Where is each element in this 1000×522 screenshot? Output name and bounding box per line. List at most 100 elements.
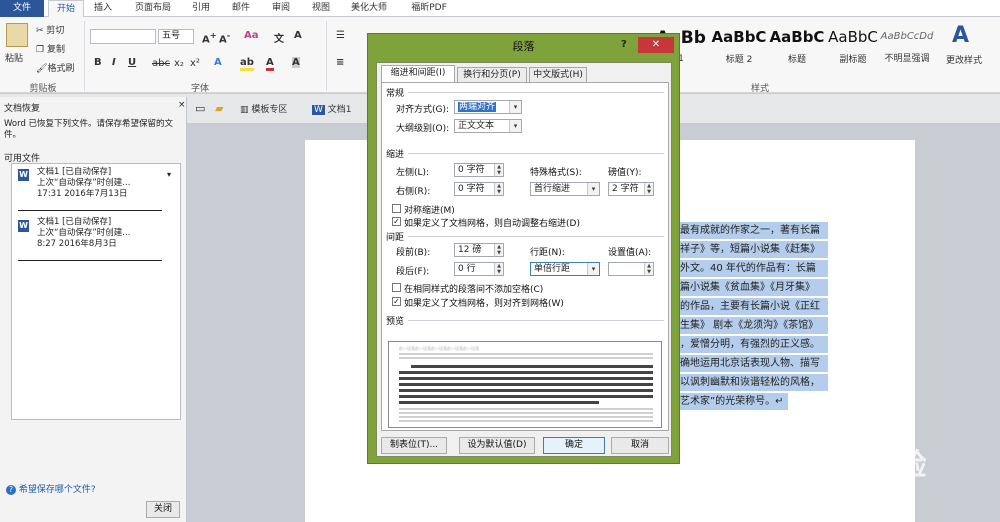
chevron-down-icon[interactable]: ▾ <box>167 170 171 179</box>
preview-line <box>399 412 653 414</box>
recovered-file-1[interactable]: 文档1 [已自动保存] 上次“自动保存”时创建... 17:31 2016年7月… <box>37 167 187 200</box>
bullets-icon[interactable]: ☰ <box>336 30 345 41</box>
font-color-icon[interactable]: A <box>266 57 274 71</box>
spacing-at-input[interactable]: ▲ ▼ <box>608 262 654 276</box>
cancel-button[interactable]: 取消 <box>611 437 669 454</box>
general-section-label: 常规 <box>386 89 405 99</box>
document-line: 艺术家”的光荣称号。↵ <box>678 393 788 410</box>
tab-asian-typography[interactable]: 中文版式(H) <box>529 67 587 82</box>
highlight-icon[interactable]: ab <box>240 57 254 71</box>
template-tab[interactable]: ▥ 模板专区 <box>240 102 287 115</box>
copy-button[interactable]: ❐ 复制 <box>36 42 65 55</box>
ok-button[interactable]: 确定 <box>543 437 605 454</box>
strikethrough-icon[interactable]: abc <box>152 58 170 69</box>
document-line: 祥子》等，短篇小说集《赶集》 <box>678 241 828 258</box>
clear-format-icon[interactable]: Aa <box>244 30 259 41</box>
spacing-after-input[interactable]: 0 行 ▲ ▼ <box>454 262 504 276</box>
help-link[interactable]: ? 希望保存哪个文件? <box>6 482 96 495</box>
indent-left-input[interactable]: 0 字符 ▲ ▼ <box>454 163 504 177</box>
change-styles-button[interactable]: 更改样式 <box>946 53 982 66</box>
help-icon[interactable]: ? <box>621 39 627 50</box>
tab-review[interactable]: 审阅 <box>266 0 296 17</box>
tab-view[interactable]: 视图 <box>306 0 336 17</box>
line-spacing-select[interactable]: 单倍行距 ▾ <box>530 262 600 276</box>
special-indent-select[interactable]: 首行缩进 ▾ <box>530 182 600 196</box>
indent-by-input[interactable]: 2 字符 ▲ ▼ <box>608 182 654 196</box>
tab-beautify[interactable]: 美化大师 <box>344 0 394 17</box>
recovered-file-2[interactable]: 文档1 [已自动保存] 上次“自动保存”时创建... 8:27 2016年8月3… <box>37 217 187 250</box>
change-styles-icon[interactable]: A <box>952 23 969 48</box>
set-default-button[interactable]: 设为默认值(D) <box>459 437 535 454</box>
tab-home[interactable]: 开始 <box>48 0 84 18</box>
auto-adjust-checkbox[interactable]: ✓ <box>392 217 401 226</box>
spinner-icon[interactable]: ▲ ▼ <box>494 263 503 275</box>
italic-icon[interactable]: I <box>112 57 116 68</box>
styles-group-label: 样式 <box>750 84 769 94</box>
spinner-icon[interactable]: ▲ ▼ <box>494 183 503 195</box>
mirror-indent-checkbox[interactable] <box>392 204 401 213</box>
tab-file[interactable]: 文件 <box>0 0 44 17</box>
font-name-combo[interactable] <box>90 29 156 44</box>
tab-mailings[interactable]: 邮件 <box>226 0 256 17</box>
align-left-icon[interactable]: ≡ <box>336 57 344 68</box>
document-line: 以讽刺幽默和诙谐轻松的风格， <box>678 374 828 391</box>
spacing-before-input[interactable]: 12 磅 ▲ ▼ <box>454 243 504 257</box>
close-pane-icon[interactable]: × <box>178 100 186 110</box>
folder-icon[interactable]: ▰ <box>215 102 223 115</box>
special-indent-label: 特殊格式(S): <box>530 168 582 178</box>
new-page-icon[interactable]: ▭ <box>195 102 205 115</box>
word-doc-icon: W <box>18 169 29 181</box>
baidu-watermark-url: jingyan.baidu.com <box>770 498 881 512</box>
spinner-icon[interactable]: ▲ ▼ <box>644 183 653 195</box>
superscript-icon[interactable]: x² <box>190 58 200 69</box>
divider <box>18 210 162 211</box>
tab-stops-button[interactable]: 制表位(T)... <box>381 437 447 454</box>
shrink-font-icon[interactable]: A- <box>219 30 230 45</box>
char-border-icon[interactable]: A <box>294 30 302 41</box>
brush-icon: 🖌 <box>36 64 48 74</box>
style-subtle-emphasis[interactable]: AaBbCcDd 不明显强调 <box>876 22 938 77</box>
alignment-select[interactable]: 两端对齐 ▾ <box>454 100 522 114</box>
group-separator <box>84 21 85 91</box>
recovery-file-list: W 文档1 [已自动保存] 上次“自动保存”时创建... 17:31 2016年… <box>11 163 181 420</box>
style-title[interactable]: AaBbC 标题 <box>766 22 828 77</box>
spinner-icon[interactable]: ▲ ▼ <box>494 244 503 256</box>
outline-level-select[interactable]: 正文文本 ▾ <box>454 119 522 133</box>
indent-right-input[interactable]: 0 字符 ▲ ▼ <box>454 182 504 196</box>
underline-icon[interactable]: U <box>128 57 136 68</box>
spinner-icon[interactable]: ▲ ▼ <box>644 263 653 275</box>
format-painter-button[interactable]: 🖌格式刷 <box>36 61 74 74</box>
style-heading2[interactable]: AaBbC 标题 2 <box>708 22 770 77</box>
paste-button[interactable]: 粘贴 <box>5 51 23 64</box>
font-size-combo[interactable]: 五号 <box>158 29 194 44</box>
style-preview: AaBbC <box>828 28 878 46</box>
file-time: 17:31 2016年7月13日 <box>37 189 128 199</box>
cut-button[interactable]: ✂ 剪切 <box>36 23 64 36</box>
snap-grid-label: 如果定义了文档网格，则对齐到网格(W) <box>404 299 564 309</box>
tab-line-page-breaks[interactable]: 换行和分页(P) <box>457 67 527 82</box>
style-name: 标题 <box>787 55 806 65</box>
spinner-icon[interactable]: ▲ ▼ <box>494 164 503 176</box>
tab-indents-spacing[interactable]: 缩进和间距(I) <box>381 65 455 83</box>
close-button[interactable]: 关闭 <box>146 501 180 518</box>
snap-grid-checkbox[interactable]: ✓ <box>392 297 401 306</box>
tab-foxit-pdf[interactable]: 福昕PDF <box>404 0 454 17</box>
document-tab[interactable]: W 文档1 <box>312 102 352 115</box>
subscript-icon[interactable]: x₂ <box>174 58 184 69</box>
char-shading-icon[interactable]: A <box>292 57 300 68</box>
style-name: 不明显强调 <box>884 54 930 64</box>
no-space-checkbox[interactable] <box>392 283 401 292</box>
phonetic-guide-icon[interactable]: 文 <box>274 30 284 45</box>
tab-page-layout[interactable]: 页面布局 <box>128 0 178 17</box>
tab-references[interactable]: 引用 <box>186 0 216 17</box>
paste-icon <box>6 23 28 47</box>
auto-adjust-label: 如果定义了文档网格，则自动调整右缩进(D) <box>404 219 580 229</box>
ribbon-tab-bar: 文件 开始 插入 页面布局 引用 邮件 审阅 视图 美化大师 福昕PDF <box>0 0 1000 18</box>
text-effect-icon[interactable]: A <box>214 57 222 68</box>
tab-insert[interactable]: 插入 <box>88 0 118 17</box>
grow-font-icon[interactable]: A+ <box>202 30 217 45</box>
style-subtitle[interactable]: AaBbC 副标题 <box>822 22 884 77</box>
bold-icon[interactable]: B <box>94 57 102 68</box>
close-icon[interactable]: ✕ <box>638 37 674 53</box>
indent-by-value: 2 字符 <box>612 184 639 194</box>
